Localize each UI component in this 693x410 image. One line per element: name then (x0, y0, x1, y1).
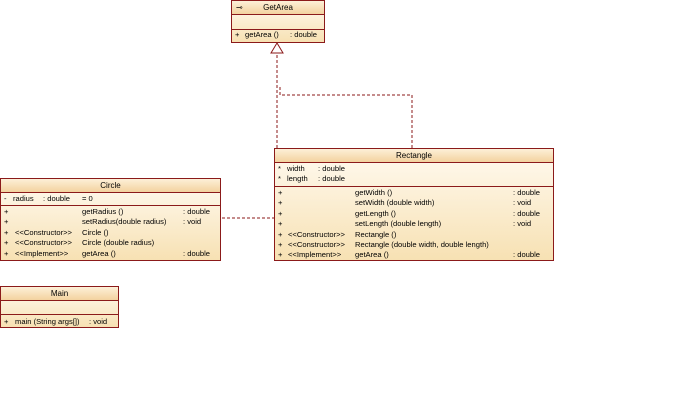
method-type: : double (183, 207, 211, 216)
attribute-row: - radius : double = 0 (1, 194, 220, 204)
method-name: Rectangle (double width, double length) (355, 239, 489, 249)
method-row: + <<Constructor>> Circle () (1, 228, 220, 238)
method-row: + <<Constructor>> Rectangle () (275, 230, 553, 240)
attribute-name: radius (13, 194, 34, 203)
getarea-name: GetArea (263, 3, 293, 12)
attribute-visibility: * (278, 174, 281, 184)
method-type: : double (290, 30, 318, 39)
method-type: : void (183, 217, 202, 227)
method-type: : double (513, 188, 541, 197)
attribute-default: = 0 (82, 194, 93, 203)
method-visibility: + (278, 188, 283, 197)
method-row: + setWidth (double width) : void (275, 198, 553, 208)
interface-lollipop-icon: ⊸ (236, 3, 243, 12)
getarea-title: ⊸ GetArea (232, 1, 324, 15)
method-name: getRadius () (82, 207, 124, 216)
method-name: Circle () (82, 227, 109, 237)
circle-attributes: - radius : double = 0 (1, 193, 220, 206)
getarea-methods: + getArea () : double (232, 30, 324, 40)
method-visibility: + (278, 250, 283, 260)
method-type: : double (513, 250, 541, 260)
method-stereotype: <<Implement>> (15, 248, 69, 258)
method-name: setLength (double length) (355, 219, 442, 229)
method-row: + setRadius(double radius) : void (1, 217, 220, 227)
method-stereotype: <<Implement>> (288, 250, 342, 260)
method-visibility: + (278, 198, 283, 208)
attribute-name: length (287, 174, 308, 184)
attribute-visibility: - (4, 194, 7, 203)
method-visibility: + (4, 317, 9, 326)
method-name: Circle (double radius) (82, 238, 155, 248)
method-name: Rectangle () (355, 229, 397, 239)
getarea-interface-box[interactable]: ⊸ GetArea + getArea () : double (231, 0, 325, 43)
method-stereotype: <<Constructor>> (15, 238, 72, 248)
method-row: + getArea () : double (232, 30, 324, 40)
circle-realization-line (222, 54, 278, 219)
method-row: + main (String args[]) : void (1, 317, 118, 327)
attribute-row: * width : double (275, 164, 553, 174)
method-visibility: + (4, 248, 9, 258)
method-name: getArea () (355, 250, 389, 260)
main-class-box[interactable]: Main + main (String args[]) : void (0, 286, 119, 328)
method-row: + getWidth () : double (275, 188, 553, 198)
main-methods: + main (String args[]) : void (1, 315, 118, 327)
method-row: + <<Constructor>> Circle (double radius) (1, 238, 220, 248)
main-attributes (1, 301, 118, 315)
method-name: setWidth (double width) (355, 198, 435, 208)
main-title: Main (1, 287, 118, 301)
method-visibility: + (278, 239, 283, 249)
method-visibility: + (4, 238, 9, 248)
getarea-attributes (232, 15, 324, 30)
rectangle-attributes: * width : double * length : double (275, 163, 553, 187)
method-visibility: + (4, 207, 9, 216)
attribute-name: width (287, 164, 305, 173)
circle-title: Circle (1, 179, 220, 193)
method-visibility: + (278, 229, 283, 239)
attribute-type: : double (318, 174, 346, 184)
method-name: getLength () (355, 208, 396, 218)
rectangle-class-box[interactable]: Rectangle * width : double * length : do… (274, 148, 554, 261)
circle-class-box[interactable]: Circle - radius : double = 0 + getRadius… (0, 178, 221, 261)
rectangle-realization-line (279, 86, 413, 148)
method-visibility: + (278, 219, 283, 229)
circle-methods: + getRadius () : double + setRadius(doub… (1, 206, 220, 259)
method-type: : double (183, 248, 211, 258)
method-visibility: + (4, 227, 9, 237)
method-row: + <<Implement>> getArea () : double (1, 249, 220, 259)
method-type: : double (513, 208, 541, 218)
rectangle-methods: + getWidth () : double + setWidth (doubl… (275, 187, 553, 261)
method-stereotype: <<Constructor>> (15, 227, 72, 237)
method-visibility: + (278, 208, 283, 218)
method-name: getArea () (82, 248, 116, 258)
method-row: + setLength (double length) : void (275, 219, 553, 229)
method-stereotype: <<Constructor>> (288, 239, 345, 249)
realization-arrowhead (270, 42, 284, 54)
method-name: getWidth () (355, 188, 393, 197)
method-type: : void (89, 317, 108, 326)
method-row: + getLength () : double (275, 209, 553, 219)
method-row: + getRadius () : double (1, 207, 220, 217)
method-name: setRadius(double radius) (82, 217, 167, 227)
method-row: + <<Constructor>> Rectangle (double widt… (275, 240, 553, 250)
method-name: main (String args[]) (15, 317, 80, 326)
method-visibility: + (235, 30, 240, 39)
rectangle-title: Rectangle (275, 149, 553, 163)
method-name: getArea () (245, 30, 279, 39)
attribute-type: : double (318, 164, 346, 173)
method-type: : void (513, 198, 532, 208)
method-type: : void (513, 219, 532, 229)
attribute-visibility: * (278, 164, 281, 173)
method-row: + <<Implement>> getArea () : double (275, 250, 553, 260)
method-stereotype: <<Constructor>> (288, 229, 345, 239)
attribute-row: * length : double (275, 174, 553, 184)
method-visibility: + (4, 217, 9, 227)
attribute-type: : double (43, 194, 71, 203)
